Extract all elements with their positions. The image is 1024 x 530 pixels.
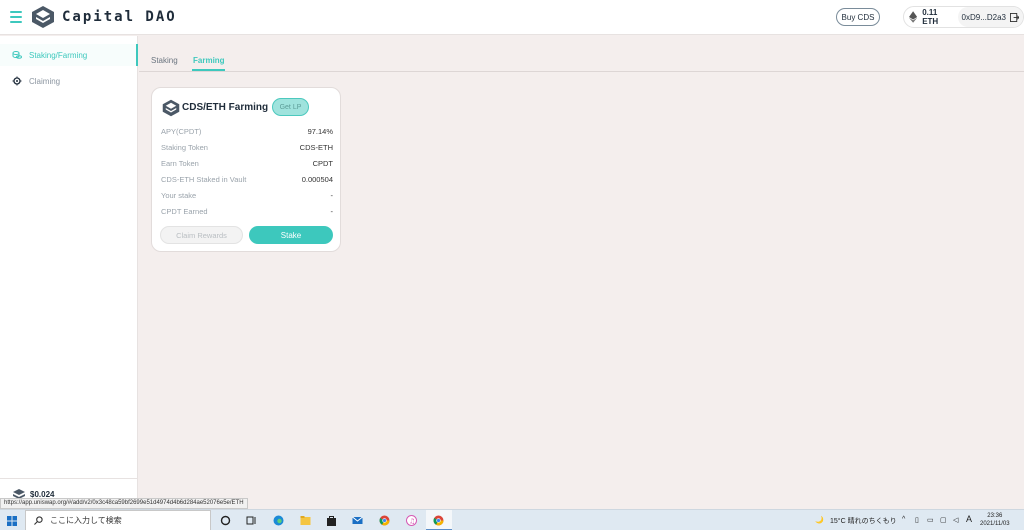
sidebar-item-staking-farming[interactable]: Staking/Farming [0,44,138,66]
wallet-address-text: 0xD9...D2a3 [961,12,1006,22]
clock-date: 2021/11/03 [980,521,1010,527]
taskbar-search-input[interactable]: ここに入力して検索 [25,510,211,530]
stat-row: Staking Token CDS-ETH [161,143,333,152]
capital-dao-logo-icon [162,99,180,117]
stat-value: - [330,191,334,200]
tab-farming[interactable]: Farming [193,56,225,65]
tab-staking[interactable]: Staking [151,56,178,65]
active-tab-indicator [192,69,225,71]
stat-row: APY(CPDT) 97.14% [161,127,333,136]
stat-label: Your stake [161,191,197,200]
claim-rewards-button[interactable]: Claim Rewards [160,226,243,244]
stat-value: 0.000504 [301,175,333,184]
network-icon[interactable]: ▢ [940,516,947,524]
buy-cds-button[interactable]: Buy CDS [836,8,880,26]
stat-row: Your stake - [161,191,333,200]
taskbar-active-app[interactable] [426,510,452,530]
mail-icon[interactable] [352,515,363,526]
status-url-tooltip: https://app.uniswap.org/#/add/v2/0x3c48c… [0,498,248,509]
get-lp-button[interactable]: Get LP [272,98,309,116]
windows-start-icon[interactable] [7,516,17,526]
store-icon[interactable] [326,515,337,526]
sidebar-item-label: Claiming [29,76,61,86]
search-placeholder: ここに入力して検索 [50,516,122,525]
clock-time: 23:36 [987,513,1003,519]
stat-row: CDS-ETH Staked in Vault 0.000504 [161,175,333,184]
volume-icon[interactable]: ◁ [953,516,958,524]
tray-battery-icon[interactable]: ▭ [927,516,934,524]
eth-balance: 0.11 ETH [922,8,939,26]
coins-icon [12,51,22,59]
eth-icon [909,11,918,23]
chrome-icon [433,515,444,526]
capital-dao-logo-icon[interactable] [31,5,55,29]
tray-app-icon[interactable]: ▯ [915,516,919,524]
search-icon [34,516,43,525]
stat-label: CDS-ETH Staked in Vault [161,175,247,184]
file-explorer-icon[interactable] [300,515,311,526]
stat-label: APY(CPDT) [161,127,202,136]
svg-text:♫: ♫ [409,517,415,525]
edge-icon[interactable] [273,515,284,526]
stat-row: CPDT Earned - [161,207,333,216]
menu-icon[interactable] [10,11,22,23]
farming-card: CDS/ETH Farming Get LP APY(CPDT) 97.14% … [151,87,341,252]
itunes-icon[interactable]: ♫ [406,515,417,526]
gear-icon [12,76,22,86]
stake-button[interactable]: Stake [249,226,333,244]
taskbar-clock[interactable]: 23:36 2021/11/03 [980,512,1010,528]
cortana-icon[interactable] [220,515,231,526]
sidebar: Staking/Farming Claiming $0.024 [0,36,138,509]
stat-label: Earn Token [161,159,199,168]
stat-label: Staking Token [161,143,208,152]
ime-indicator[interactable]: A [966,514,972,524]
top-header: Capital DAO Buy CDS 0.11 ETH 0xD9...D2a3 [0,0,1024,35]
logout-icon[interactable] [1010,12,1019,22]
chrome-icon[interactable] [379,515,390,526]
wallet-widget[interactable]: 0.11 ETH 0xD9...D2a3 [903,6,1024,28]
stat-value: CPDT [312,159,333,168]
taskbar: ここに入力して検索 ♫ 🌙 15°C 晴れのちくもり ^ ▯ ▭ ▢ ◁ A 2… [0,509,1024,530]
weather-text[interactable]: 15°C 晴れのちくもり [830,516,897,526]
stat-value: - [330,207,334,216]
tab-bar: Staking Farming [139,36,1024,72]
stat-label: CPDT Earned [161,207,208,216]
task-view-icon[interactable] [246,515,257,526]
sidebar-item-claiming[interactable]: Claiming [0,70,138,92]
stat-value: 97.14% [307,127,333,136]
stat-value: CDS-ETH [299,143,333,152]
brand-name: Capital DAO [62,9,177,25]
card-title: CDS/ETH Farming [182,102,269,113]
sidebar-item-label: Staking/Farming [29,50,88,60]
stat-row: Earn Token CPDT [161,159,333,168]
weather-icon[interactable]: 🌙 [815,516,824,524]
show-hidden-icons-icon[interactable]: ^ [902,516,905,523]
wallet-address[interactable]: 0xD9...D2a3 [957,7,1023,27]
